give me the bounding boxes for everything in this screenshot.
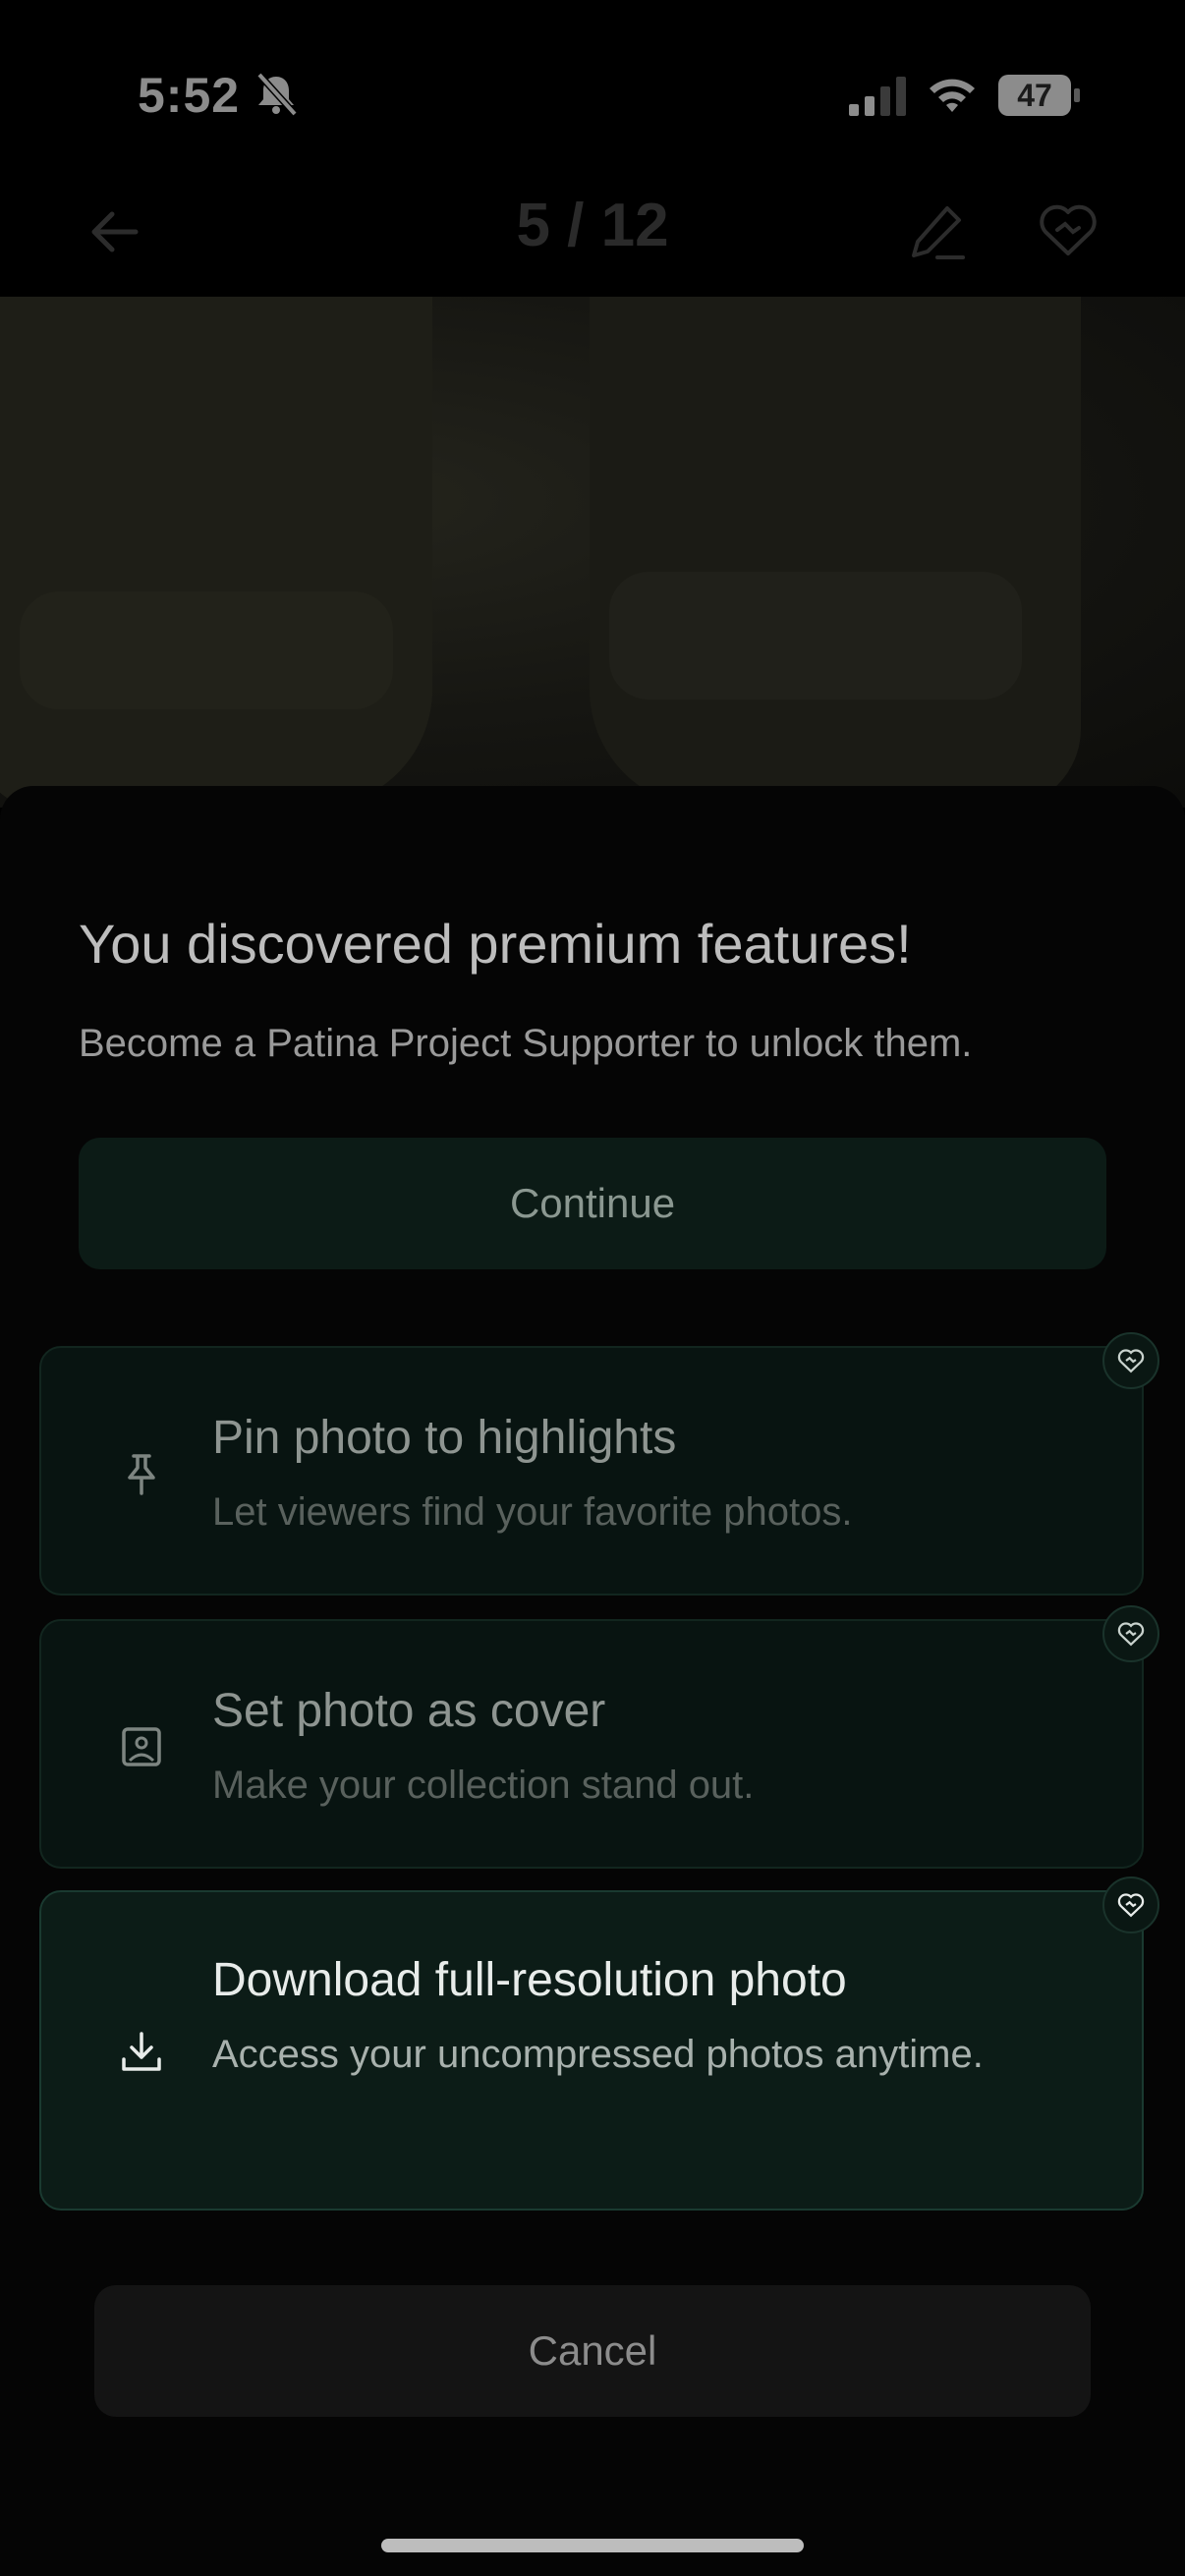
status-time: 5:52 <box>138 68 241 123</box>
photo-counter: 5 / 12 <box>516 192 669 259</box>
heart-handshake-icon <box>1117 1349 1145 1373</box>
premium-badge <box>1102 1876 1159 1933</box>
home-indicator <box>381 2539 804 2552</box>
pencil-icon[interactable] <box>908 200 967 261</box>
bell-muted-icon <box>256 72 298 117</box>
heart-handshake-icon <box>1117 1622 1145 1647</box>
battery-level: 47 <box>1017 78 1052 113</box>
status-bar: 5:52 47 <box>0 0 1185 187</box>
image-icon <box>122 1727 161 1766</box>
premium-badge <box>1102 1332 1159 1389</box>
photo-preview <box>0 297 1185 808</box>
download-icon <box>122 2032 161 2071</box>
premium-badge <box>1102 1605 1159 1662</box>
feature-title: Download full-resolution photo <box>212 1954 847 2006</box>
sheet-title: You discovered premium features! <box>79 913 912 975</box>
wifi-icon <box>930 79 975 112</box>
sheet-subtitle: Become a Patina Project Supporter to unl… <box>79 1022 973 1065</box>
pin-icon <box>128 1454 155 1495</box>
feature-card-cover[interactable]: Set photo as cover Make your collection … <box>39 1619 1144 1869</box>
feature-description: Access your uncompressed photos anytime. <box>212 2033 984 2076</box>
cancel-button[interactable]: Cancel <box>94 2285 1091 2417</box>
heart-handshake-icon <box>1117 1893 1145 1918</box>
feature-title: Pin photo to highlights <box>212 1412 677 1464</box>
feature-description: Let viewers find your favorite photos. <box>212 1490 853 1534</box>
feature-description: Make your collection stand out. <box>212 1764 755 1807</box>
heart-handshake-icon[interactable] <box>1038 200 1099 259</box>
continue-button[interactable]: Continue <box>79 1138 1106 1269</box>
feature-card-download[interactable]: Download full-resolution photo Access yo… <box>39 1890 1144 2211</box>
cellular-signal-icon <box>849 77 906 116</box>
feature-title: Set photo as cover <box>212 1685 606 1737</box>
feature-card-pin[interactable]: Pin photo to highlights Let viewers find… <box>39 1346 1144 1596</box>
